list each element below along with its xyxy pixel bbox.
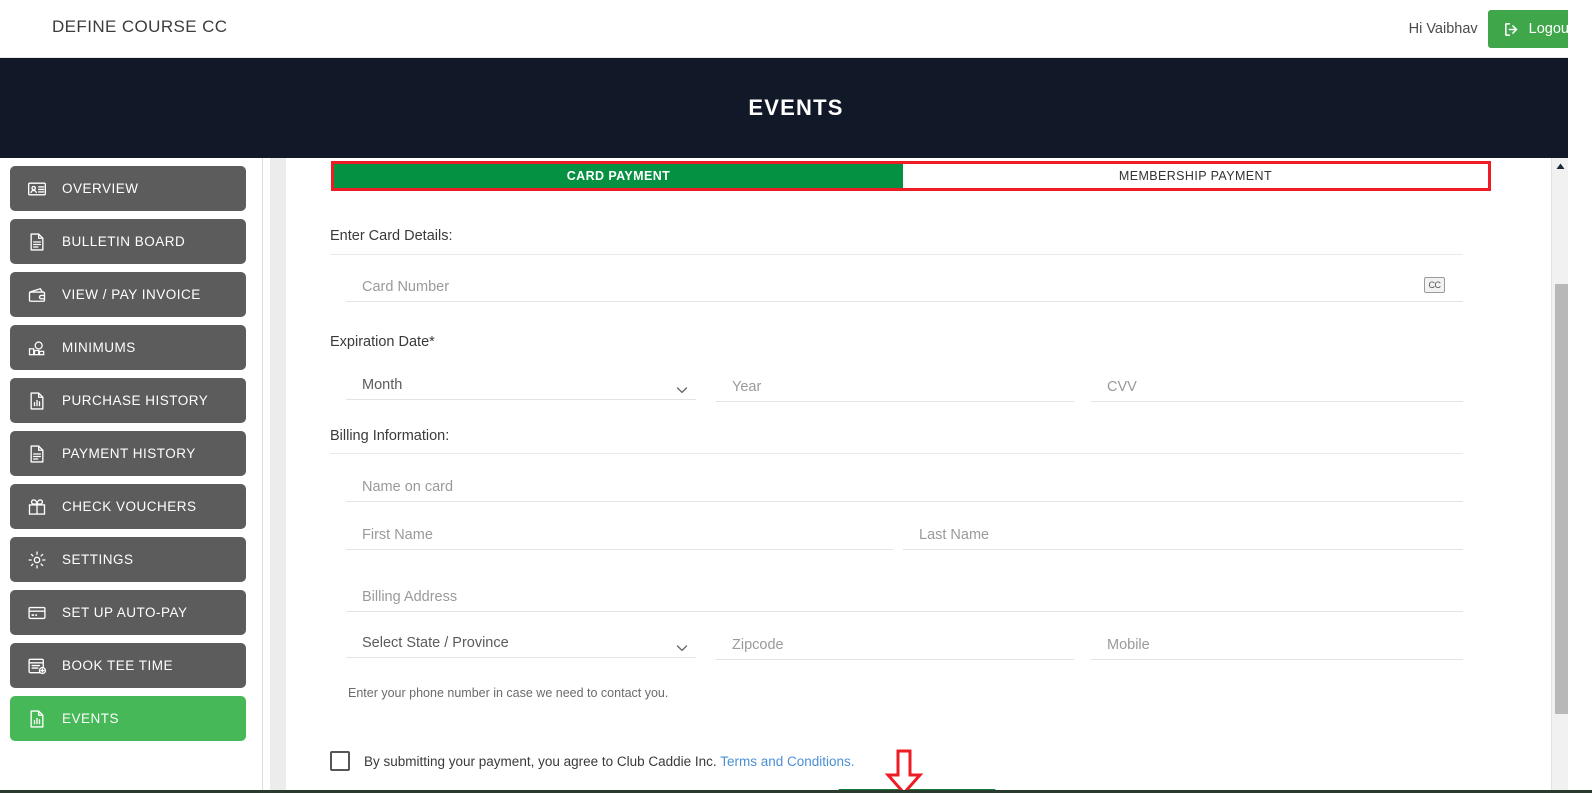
top-bar: DEFINE COURSE CC Hi Vaibhav Logout xyxy=(0,0,1592,58)
card-details-heading: Enter Card Details: xyxy=(330,228,453,244)
name-on-card-placeholder: Name on card xyxy=(362,479,454,495)
sidebar: OVERVIEW BULLETIN BOARD VIEW / PAY INVOICE… xyxy=(0,158,262,793)
top-bar-right: Hi Vaibhav Logout xyxy=(1409,0,1592,58)
credit-card-icon: CC xyxy=(1424,277,1445,293)
sidebar-item-label: PURCHASE HISTORY xyxy=(62,393,209,408)
sidebar-item-minimums[interactable]: MINIMUMS xyxy=(10,325,246,370)
sidebar-item-payment-history[interactable]: PAYMENT HISTORY xyxy=(10,431,246,476)
user-greeting: Hi Vaibhav xyxy=(1408,21,1478,37)
sidebar-item-purchase-history[interactable]: PURCHASE HISTORY xyxy=(10,378,246,423)
expiration-date-heading: Expiration Date* xyxy=(330,334,435,350)
content-scroll-strip[interactable] xyxy=(270,158,286,793)
sidebar-item-label: SET UP AUTO-PAY xyxy=(62,605,188,620)
sidebar-item-set-up-auto-pay[interactable]: SET UP AUTO-PAY xyxy=(10,590,246,635)
state-province-select[interactable]: Select State / Province xyxy=(346,624,696,658)
card-number-placeholder: Card Number xyxy=(362,279,450,295)
terms-agreement-label: By submitting your payment, you agree to… xyxy=(364,753,717,769)
billing-address-field[interactable]: Billing Address xyxy=(346,578,1463,612)
gift-icon xyxy=(26,496,48,518)
page-title-band: EVENTS xyxy=(0,58,1592,158)
mobile-placeholder: Mobile xyxy=(1107,637,1150,653)
id-card-icon xyxy=(26,178,48,200)
right-margin xyxy=(1568,0,1592,793)
sidebar-item-events[interactable]: EVENTS xyxy=(10,696,246,741)
app-root: DEFINE COURSE CC Hi Vaibhav Logout EVENT… xyxy=(0,0,1592,793)
state-province-value: Select State / Province xyxy=(362,635,509,651)
document-list-icon xyxy=(26,231,48,253)
sidebar-item-label: BULLETIN BOARD xyxy=(62,234,186,249)
sidebar-item-overview[interactable]: OVERVIEW xyxy=(10,166,246,211)
body-area: OVERVIEW BULLETIN BOARD VIEW / PAY INVOICE… xyxy=(0,158,1592,793)
wallet-icon xyxy=(26,284,48,306)
scrollbar-thumb[interactable] xyxy=(1555,284,1569,714)
sidebar-item-label: EVENTS xyxy=(62,711,120,726)
terms-agreement-text: By submitting your payment, you agree to… xyxy=(364,754,855,769)
calendar-add-icon xyxy=(26,655,48,677)
terms-checkbox[interactable] xyxy=(330,751,350,771)
expiration-month-select[interactable]: Month xyxy=(346,366,696,400)
expiration-year-placeholder: Year xyxy=(732,379,762,395)
tab-membership-payment-label: MEMBERSHIP PAYMENT xyxy=(1118,169,1272,183)
bar-chart-document-icon xyxy=(26,390,48,412)
sidebar-item-label: VIEW / PAY INVOICE xyxy=(62,287,201,302)
money-stack-icon xyxy=(26,337,48,359)
billing-address-placeholder: Billing Address xyxy=(362,589,458,605)
terms-and-conditions-link[interactable]: Terms and Conditions. xyxy=(720,754,854,769)
first-name-field[interactable]: First Name xyxy=(346,516,893,550)
sidebar-item-check-vouchers[interactable]: CHECK VOUCHERS xyxy=(10,484,246,529)
name-on-card-field[interactable]: Name on card xyxy=(346,468,1463,502)
sidebar-item-view-pay-invoice[interactable]: VIEW / PAY INVOICE xyxy=(10,272,246,317)
sidebar-divider xyxy=(262,158,263,793)
sidebar-item-label: PAYMENT HISTORY xyxy=(62,446,196,461)
page-title: EVENTS xyxy=(748,95,844,120)
page-scrollbar[interactable] xyxy=(1551,158,1569,793)
annotation-arrow-down-icon xyxy=(884,749,924,793)
billing-information-heading: Billing Information: xyxy=(330,428,450,444)
sidebar-item-label: CHECK VOUCHERS xyxy=(62,499,197,514)
expiration-month-value: Month xyxy=(362,377,403,393)
tab-card-payment-label: CARD PAYMENT xyxy=(566,169,671,183)
card-number-field[interactable]: Card Number CC xyxy=(346,268,1463,302)
brand-title: DEFINE COURSE CC xyxy=(52,17,228,36)
logout-icon xyxy=(1503,21,1520,38)
sidebar-item-label: MINIMUMS xyxy=(62,340,136,355)
cvv-placeholder: CVV xyxy=(1107,379,1137,395)
chevron-down-icon xyxy=(676,381,688,394)
sidebar-item-label: OVERVIEW xyxy=(62,181,139,196)
main-content: CARD PAYMENT MEMBERSHIP PAYMENT Enter Ca… xyxy=(286,158,1544,793)
divider-card-details xyxy=(330,254,1463,255)
scroll-up-arrow-icon[interactable] xyxy=(1552,158,1569,175)
mobile-field[interactable]: Mobile xyxy=(1091,626,1463,660)
credit-card-icon xyxy=(26,602,48,624)
last-name-field[interactable]: Last Name xyxy=(903,516,1463,550)
tab-membership-payment[interactable]: MEMBERSHIP PAYMENT xyxy=(902,164,1488,188)
sidebar-item-book-tee-time[interactable]: BOOK TEE TIME xyxy=(10,643,246,688)
payment-tabs-annotation: CARD PAYMENT MEMBERSHIP PAYMENT xyxy=(331,161,1491,191)
logout-label: Logout xyxy=(1528,21,1573,37)
first-name-placeholder: First Name xyxy=(362,527,433,543)
zipcode-field[interactable]: Zipcode xyxy=(716,626,1074,660)
divider-billing xyxy=(330,453,1463,454)
sidebar-item-bulletin-board[interactable]: BULLETIN BOARD xyxy=(10,219,246,264)
sidebar-item-label: BOOK TEE TIME xyxy=(62,658,174,673)
last-name-placeholder: Last Name xyxy=(919,527,990,543)
tab-card-payment[interactable]: CARD PAYMENT xyxy=(334,164,903,188)
cvv-field[interactable]: CVV xyxy=(1091,368,1463,402)
document-list-icon xyxy=(26,443,48,465)
expiration-year-field[interactable]: Year xyxy=(716,368,1074,402)
sidebar-item-label: SETTINGS xyxy=(62,552,134,567)
sidebar-item-settings[interactable]: SETTINGS xyxy=(10,537,246,582)
bar-chart-document-icon xyxy=(26,708,48,730)
terms-agreement-row: By submitting your payment, you agree to… xyxy=(330,751,855,771)
payment-tabs: CARD PAYMENT MEMBERSHIP PAYMENT xyxy=(334,164,1488,188)
phone-hint: Enter your phone number in case we need … xyxy=(348,686,669,700)
gear-icon xyxy=(26,549,48,571)
chevron-down-icon xyxy=(676,639,688,652)
zipcode-placeholder: Zipcode xyxy=(732,637,784,653)
